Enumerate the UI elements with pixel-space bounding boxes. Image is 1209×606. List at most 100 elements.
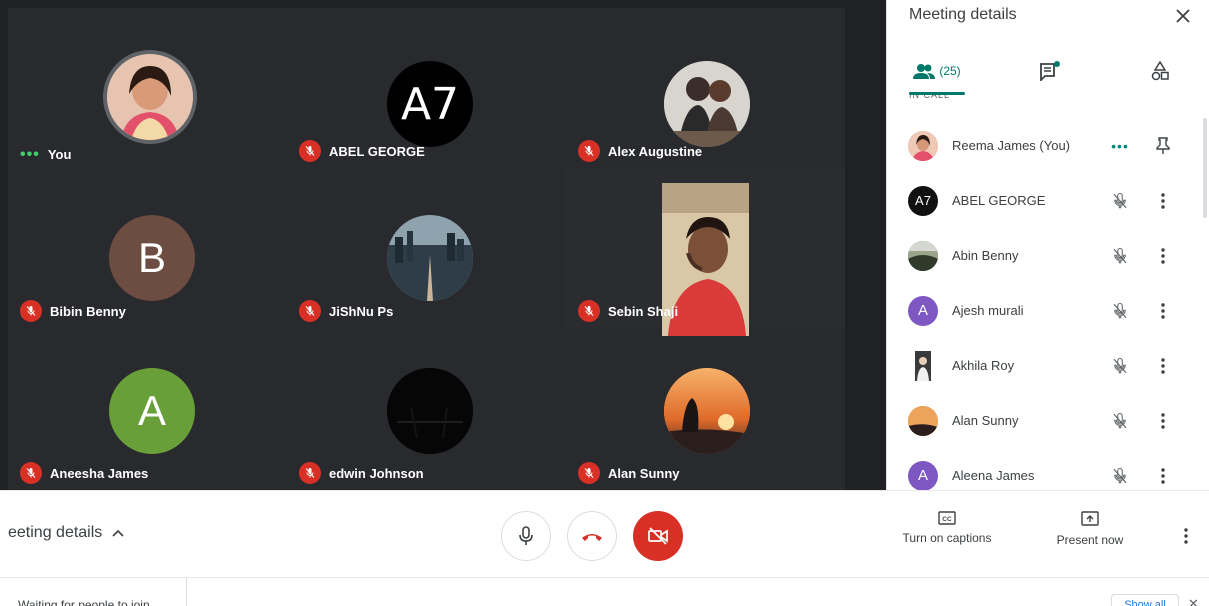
more-vert-icon — [1161, 302, 1165, 319]
mic-off-icon — [299, 300, 321, 322]
tile-jishnu-ps[interactable]: JiShNu Ps — [287, 168, 566, 328]
user-photo-icon — [908, 240, 938, 271]
participant-name: Alan Sunny — [952, 413, 1019, 428]
avatar — [387, 215, 473, 301]
video-grid: ••• You A7 ABEL GEORGE Alex Augustine B … — [0, 0, 886, 490]
mic-off-icon — [1109, 300, 1131, 322]
user-photo-icon — [908, 405, 938, 436]
avatar — [107, 54, 193, 140]
user-photo-icon — [908, 130, 938, 161]
participant-name: Reema James (You) — [952, 138, 1071, 153]
activities-icon — [1151, 61, 1169, 81]
microphone-button[interactable] — [501, 511, 551, 561]
avatar — [664, 61, 750, 147]
more-options-button[interactable] — [1153, 409, 1173, 433]
avatar-initials: A7 — [915, 193, 931, 208]
user-photo-icon — [664, 61, 750, 147]
tab-chat[interactable] — [1035, 48, 1065, 94]
list-item[interactable]: Akhila Roy — [887, 338, 1203, 393]
more-options-button[interactable] — [1153, 464, 1173, 488]
participant-avatar: A — [908, 295, 938, 326]
more-options-button[interactable] — [1153, 354, 1173, 378]
list-item[interactable]: Alan Sunny — [887, 393, 1203, 448]
tile-abel-george[interactable]: A7 ABEL GEORGE — [287, 8, 566, 168]
meeting-details-label: eeting details — [8, 524, 103, 541]
list-item[interactable]: Abin Benny — [887, 228, 1203, 283]
more-options-button[interactable] — [1153, 299, 1173, 323]
participant-name: edwin Johnson — [329, 465, 424, 481]
tile-sebin-shaji[interactable]: Sebin Shaji — [566, 168, 845, 336]
more-vert-icon — [1184, 528, 1188, 544]
captions-label: Turn on captions — [902, 531, 992, 545]
tile-alex-augustine[interactable]: Alex Augustine — [566, 8, 845, 168]
mic-off-icon — [299, 462, 321, 484]
participant-name: You — [47, 147, 72, 162]
more-options-button[interactable] — [1176, 524, 1196, 548]
participant-name: JiShNu Ps — [329, 303, 394, 319]
participant-name: Alex Augustine — [608, 143, 703, 159]
panel-tabs: (25) — [887, 48, 1209, 94]
video-tiles-area: ••• You A7 ABEL GEORGE Alex Augustine B … — [8, 8, 845, 490]
speaking-dots-icon: ••• — [1111, 137, 1129, 154]
list-item[interactable]: A Aleena James — [887, 448, 1203, 490]
chevron-up-icon — [112, 529, 124, 537]
call-controls-bar: eeting details CC Turn on captions Prese… — [0, 490, 1209, 576]
tab-activities[interactable] — [1145, 48, 1175, 94]
more-vert-icon — [1161, 412, 1165, 429]
user-photo-icon — [387, 368, 473, 454]
google-meet-window: ••• You A7 ABEL GEORGE Alex Augustine B … — [0, 0, 1209, 606]
show-all-button[interactable]: Show all — [1111, 594, 1179, 606]
tile-label: ABEL GEORGE — [299, 140, 425, 162]
camera-off-button[interactable] — [633, 511, 683, 561]
notification-divider — [186, 578, 187, 606]
avatar-initials: A7 — [400, 78, 460, 130]
participant-name: Ajesh murali — [952, 303, 1024, 318]
pin-icon — [1156, 136, 1170, 154]
chat-icon — [1040, 61, 1060, 81]
tile-you[interactable]: ••• You — [8, 8, 287, 168]
tile-bibin-benny[interactable]: B Bibin Benny — [8, 168, 287, 328]
leave-call-button[interactable] — [567, 511, 617, 561]
present-now-button[interactable]: Present now — [1053, 511, 1127, 547]
panel-scrollbar[interactable] — [1203, 118, 1207, 218]
user-photo-icon — [107, 54, 193, 140]
tile-label: ••• You — [20, 146, 72, 162]
tile-aneesha-james[interactable]: A Aneesha James — [8, 328, 287, 490]
meeting-details-toggle[interactable]: eeting details — [8, 524, 124, 542]
participant-avatar — [908, 240, 938, 271]
pin-button[interactable] — [1153, 134, 1173, 158]
tile-label: edwin Johnson — [299, 462, 424, 484]
participant-name: Alan Sunny — [608, 465, 680, 481]
mic-off-icon — [1109, 410, 1131, 432]
participant-count: (25) — [939, 64, 961, 78]
mic-off-icon — [299, 140, 321, 162]
present-screen-icon — [1081, 511, 1099, 526]
list-item[interactable]: Reema James (You) ••• — [887, 118, 1203, 173]
participant-name: ABEL GEORGE — [952, 193, 1046, 208]
microphone-icon — [519, 526, 533, 545]
more-options-button[interactable] — [1153, 189, 1173, 213]
participant-name: Aneesha James — [50, 465, 149, 481]
meeting-details-panel: Meeting details (25) IN CALL Reema James… — [886, 0, 1209, 490]
mic-off-icon — [1109, 190, 1131, 212]
list-item[interactable]: A Ajesh murali — [887, 283, 1203, 338]
tab-people[interactable]: (25) — [909, 48, 965, 94]
avatar-letter: A — [917, 302, 928, 319]
participant-name: ABEL GEORGE — [329, 143, 425, 159]
list-item[interactable]: A7 ABEL GEORGE — [887, 173, 1203, 228]
user-photo-icon — [915, 350, 931, 381]
tile-edwin-johnson[interactable]: edwin Johnson — [287, 328, 566, 490]
tile-label: Sebin Shaji — [578, 300, 678, 322]
more-vert-icon — [1161, 467, 1165, 484]
close-notification-icon[interactable]: ✕ — [1188, 596, 1199, 606]
close-panel-button[interactable] — [1171, 4, 1195, 28]
avatar: B — [109, 215, 195, 301]
participant-avatar — [908, 130, 938, 161]
more-options-button[interactable] — [1153, 244, 1173, 268]
avatar-letter: B — [137, 234, 166, 281]
tile-alan-sunny[interactable]: Alan Sunny — [566, 328, 845, 490]
participant-name: Bibin Benny — [50, 303, 126, 319]
captions-button[interactable]: CC Turn on captions — [899, 511, 995, 545]
mic-off-icon — [20, 462, 42, 484]
mic-off-icon — [1109, 245, 1131, 267]
